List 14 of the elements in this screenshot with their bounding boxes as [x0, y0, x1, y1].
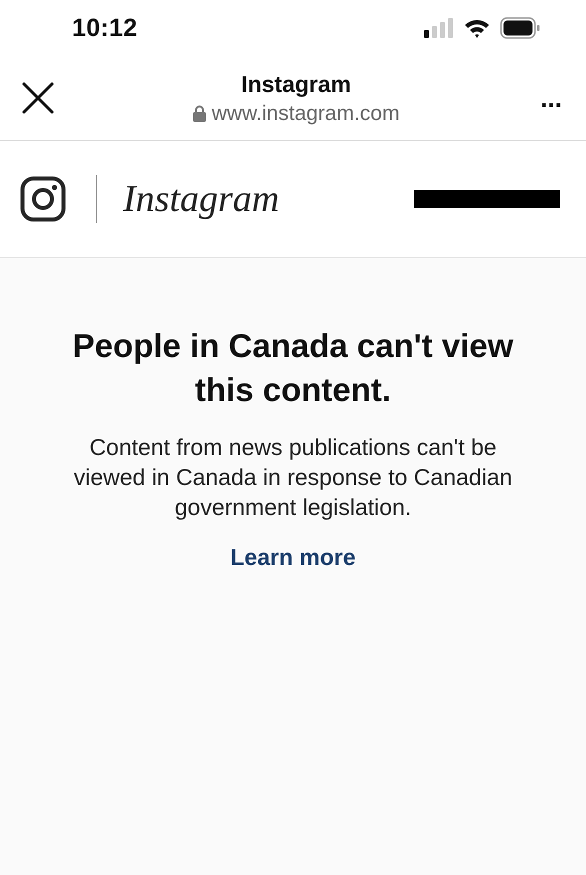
- page-url: www.instagram.com: [212, 102, 400, 126]
- wifi-icon: [464, 18, 490, 38]
- wordmark-logo[interactable]: Instagram: [123, 177, 414, 221]
- notice-heading: People in Canada can't view this content.: [72, 326, 514, 410]
- camera-logo-icon[interactable]: [20, 176, 66, 222]
- close-icon[interactable]: [20, 80, 56, 116]
- lock-icon: [192, 105, 206, 122]
- battery-icon: [500, 17, 540, 39]
- notice-text: Content from news publications can't be viewed in Canada in response to Canadian government legislation.: [72, 433, 514, 522]
- status-time: 10:12: [72, 14, 138, 42]
- more-button[interactable]: ...: [536, 85, 566, 111]
- signal-icon: [424, 18, 454, 38]
- page-title: Instagram: [241, 70, 352, 98]
- learn-more-link[interactable]: Learn more: [230, 544, 356, 571]
